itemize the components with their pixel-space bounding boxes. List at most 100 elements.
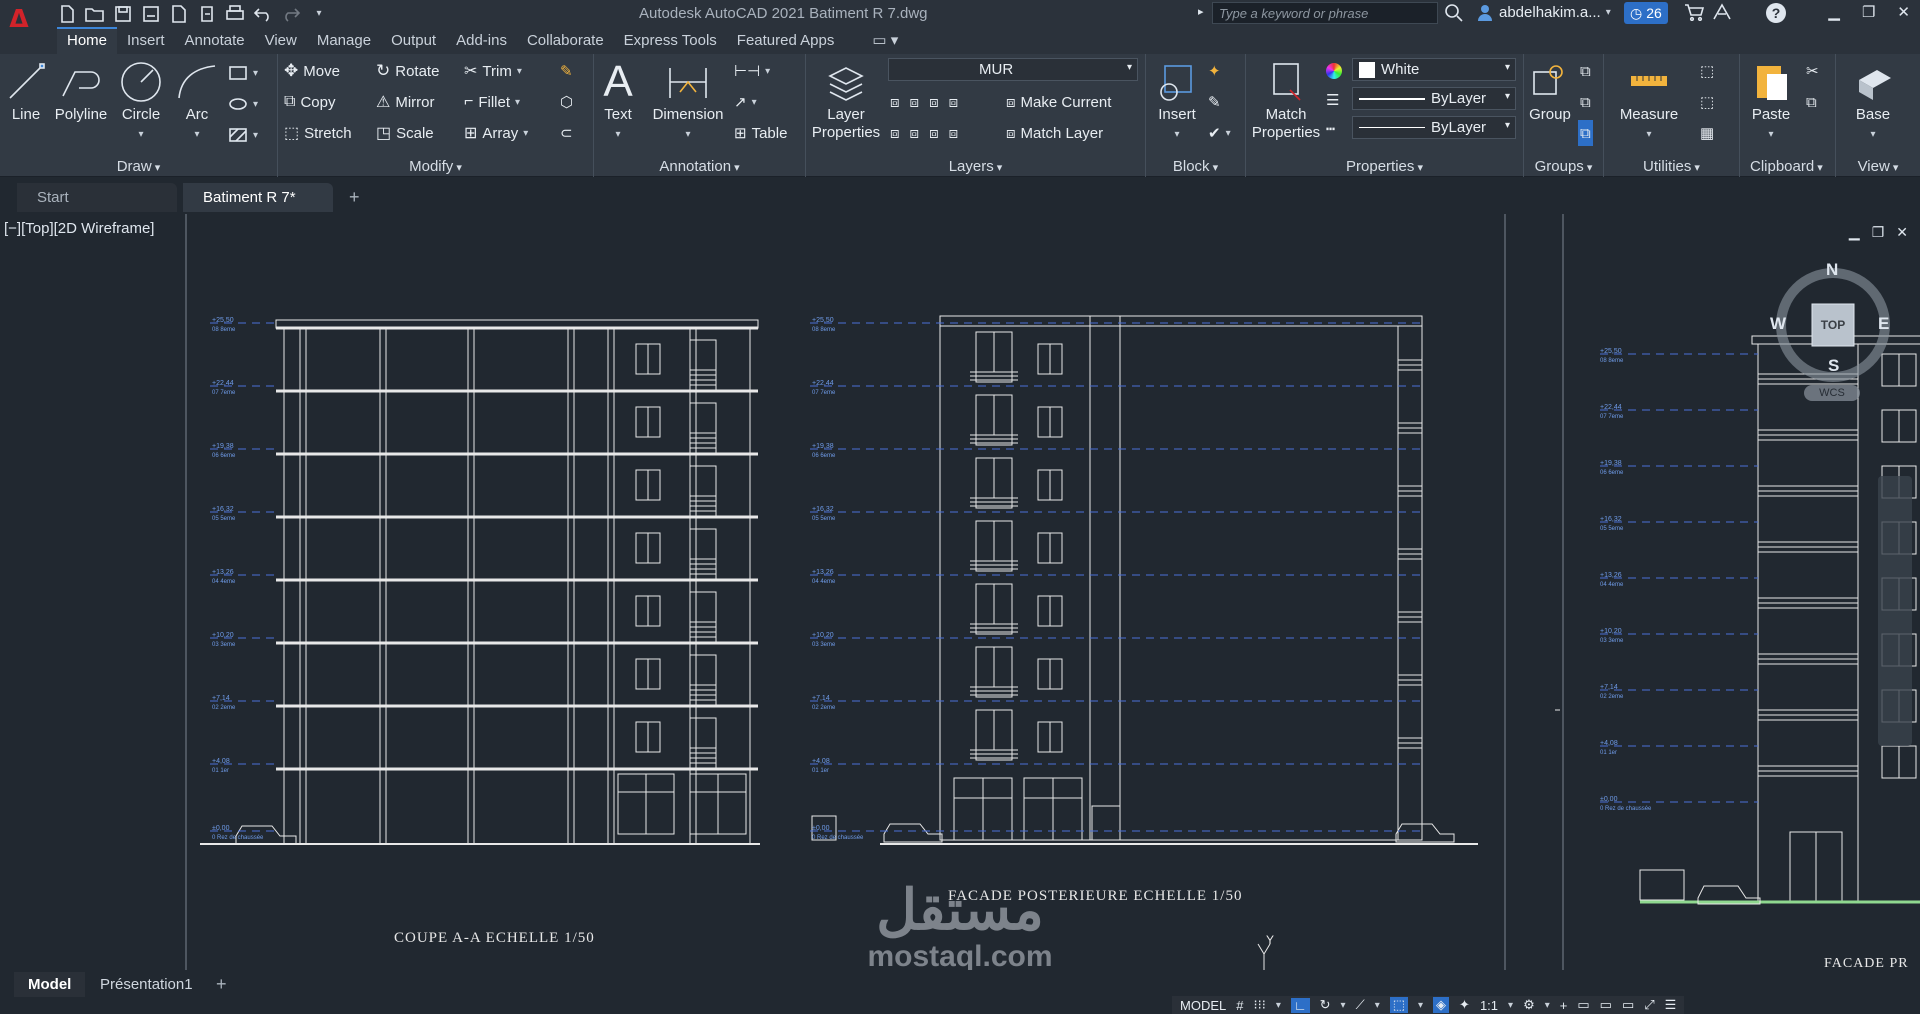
restore-icon[interactable]: ❐ [1862,3,1875,21]
viewcube-east[interactable]: E [1878,314,1889,334]
cut-tool[interactable]: ✂ [1806,58,1819,84]
tab-presentation1[interactable]: Présentation1 [86,972,207,997]
modify-panel-title[interactable]: Modify [278,158,593,175]
groups-panel-title[interactable]: Groups [1524,158,1603,175]
array-button[interactable]: ⊞ Array ▾ [464,120,528,146]
dimension-button[interactable]: Dimension ▾ [650,58,726,144]
save-icon[interactable] [112,3,134,25]
paste-button[interactable]: Paste ▾ [1744,58,1798,144]
cart-icon[interactable] [1684,3,1704,26]
insert-button[interactable]: Insert ▾ [1152,58,1202,144]
redo-icon[interactable] [280,3,302,25]
mirror-button[interactable]: ⚠ Mirror [376,89,435,115]
new-icon[interactable] [56,3,78,25]
ortho-icon[interactable]: ∟ [1290,997,1310,1013]
user-menu[interactable]: abdelhakim.a... ▾ [1476,3,1611,21]
isolate-icon[interactable]: ▭ [1622,997,1634,1013]
layer-properties-button[interactable]: Layer Properties [810,58,882,142]
tab-view[interactable]: View [255,27,307,54]
erase-button[interactable]: ✎ [560,58,573,84]
tab-express-tools[interactable]: Express Tools [614,27,727,54]
annotation-monitor-icon[interactable]: ◈ [1433,997,1450,1013]
properties-toggle-icon[interactable]: ▭ [1600,997,1612,1013]
move-button[interactable]: ✥ Move [284,58,340,84]
leader-tool[interactable]: ↗ ▾ [734,89,757,115]
units-icon[interactable]: ▭ [1577,997,1589,1013]
clipboard-panel-title[interactable]: Clipboard [1740,158,1835,175]
calculator-tool[interactable]: ▦ [1700,120,1714,146]
attribute-tool[interactable]: ✔ ▾ [1208,120,1231,146]
ungroup-tool[interactable]: ⧉ [1580,58,1591,84]
group-select-tool[interactable]: ⧉ [1578,120,1593,146]
edit-block-tool[interactable]: ✎ [1208,89,1221,115]
viewcube-top[interactable]: TOP [1812,318,1854,332]
color-dropdown[interactable]: White ▾ [1352,58,1516,81]
select-all-tool[interactable]: ⬚ [1700,89,1714,115]
annotation-panel-title[interactable]: Annotation [594,158,805,175]
viewcube-north[interactable]: N [1826,260,1838,280]
tab-insert[interactable]: Insert [117,27,175,54]
tab-manage[interactable]: Manage [307,27,381,54]
viewcube[interactable]: TOP N S E W WCS [1770,260,1896,401]
draw-panel-title[interactable]: Draw [0,158,277,175]
tab-home[interactable]: Home [57,27,118,54]
text-button[interactable]: A Text ▾ [600,58,636,144]
view-panel-title[interactable]: View [1836,158,1920,175]
lineweight-dropdown[interactable]: ByLayer ▾ [1352,116,1516,139]
tab-output[interactable]: Output [381,27,446,54]
snap-icon[interactable]: ⁝⁝⁝ [1253,997,1265,1013]
tab-featured-apps[interactable]: Featured Apps [727,27,845,54]
autodesk-icon[interactable] [1712,3,1732,26]
tab-add-ins[interactable]: Add-ins [446,27,517,54]
add-layout-icon[interactable]: + [216,974,227,995]
ribbon-toggle-icon[interactable]: ▭ ▾ [862,27,908,54]
match-layer-button[interactable]: ⧈ Match Layer [1006,120,1103,146]
polar-icon[interactable]: ↻ [1320,997,1331,1013]
measure-button[interactable]: Measure ▾ [1618,58,1680,144]
tab-start[interactable]: Start [17,183,177,212]
match-properties-button[interactable]: Match Properties [1250,58,1322,142]
create-block-tool[interactable]: ✦ [1208,58,1221,84]
minimize-icon[interactable]: ▁ [1828,3,1840,21]
save-as-icon[interactable] [140,3,162,25]
wcs-menu[interactable]: WCS [1804,385,1860,401]
polyline-button[interactable]: Polyline [52,58,110,124]
model-space-toggle[interactable]: MODEL [1180,998,1226,1013]
drawing-viewport[interactable]: [−][Top][2D Wireframe] ▁ ❐ ✕ +25,50 08 8eme… [0,214,1920,970]
group-button[interactable]: Group [1526,58,1574,124]
scale-button[interactable]: ◳ Scale [376,120,434,146]
osnap-icon[interactable]: ⬚ [1389,997,1409,1013]
open-icon[interactable] [84,3,106,25]
plot-icon[interactable] [224,3,246,25]
annotation-scale[interactable]: 1:1 [1480,998,1498,1013]
copy-button[interactable]: ⧉ Copy [284,89,335,115]
viewcube-west[interactable]: W [1770,314,1786,334]
linetype-dropdown[interactable]: ByLayer ▾ [1352,87,1516,110]
table-button[interactable]: ⊞ Table [734,120,787,146]
tab-collaborate[interactable]: Collaborate [517,27,614,54]
rotate-button[interactable]: ↻ Rotate [376,58,439,84]
properties-panel-title[interactable]: Properties [1246,158,1523,175]
line-button[interactable]: Line [4,58,48,124]
copy-clip-tool[interactable]: ⧉ [1806,89,1817,115]
offset-button[interactable]: ⊂ [560,120,573,146]
customize-icon[interactable]: ☰ [1665,997,1677,1013]
notification-badge[interactable]: ◷ 26 [1624,2,1668,24]
grid-icon[interactable]: # [1236,998,1243,1013]
explode-button[interactable]: ⬡ [560,89,573,115]
arc-button[interactable]: Arc ▾ [172,58,222,144]
tab-current-drawing[interactable]: Batiment R 7* ✕ [183,183,333,235]
trim-button[interactable]: ✂ Trim ▾ [464,58,522,84]
layers-panel-title[interactable]: Layers [806,158,1145,175]
layer-tools-row2[interactable]: ⧈ ⧈ ⧈ ⧈ [890,120,958,146]
utilities-panel-title[interactable]: Utilities [1604,158,1739,175]
viewcube-south[interactable]: S [1828,356,1839,376]
help-icon[interactable]: ? [1766,3,1786,23]
stretch-button[interactable]: ⬚ Stretch [284,120,352,146]
search-input[interactable]: Type a keyword or phrase [1212,2,1438,24]
color-wheel-icon[interactable] [1326,58,1342,84]
workspace-gear-icon[interactable]: ⚙ [1523,997,1535,1013]
annotate-plus-icon[interactable]: + [1560,998,1568,1013]
export-icon[interactable] [196,3,218,25]
rectangle-tool[interactable]: ▾ [228,60,258,86]
